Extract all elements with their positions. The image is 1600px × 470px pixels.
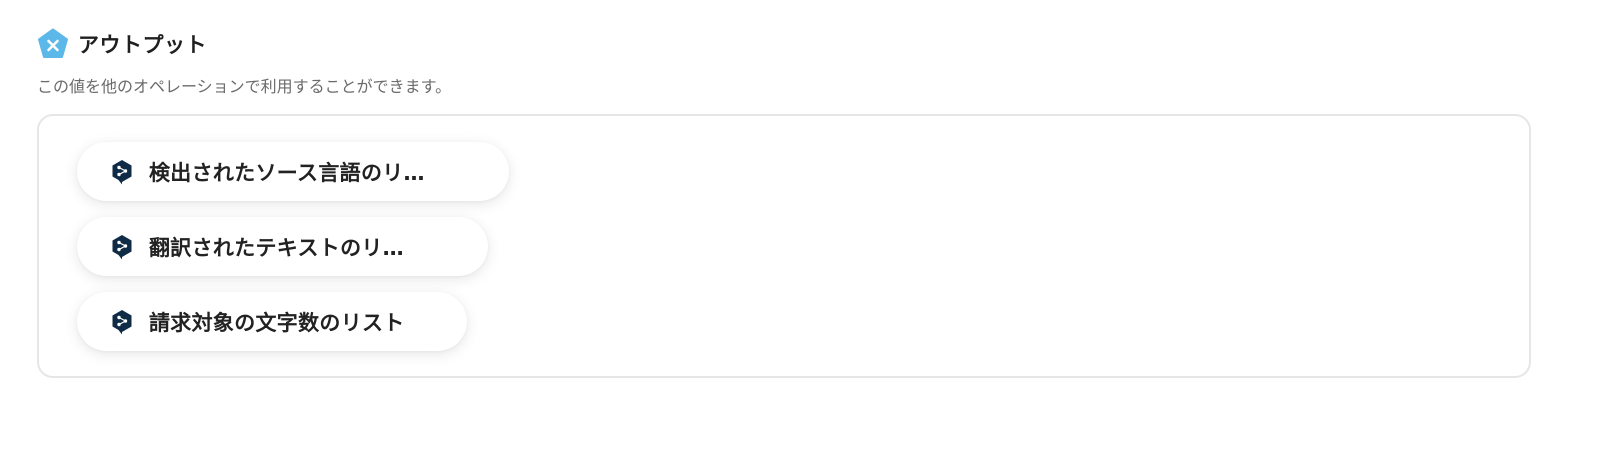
deepl-icon	[111, 159, 133, 185]
output-list: 検出されたソース言語のリ… 翻訳されたテキストのリ… 請求対象の文字数のリスト	[37, 114, 1531, 378]
output-section: アウトプット この値を他のオペレーションで利用することができます。 検出されたソ…	[37, 26, 1537, 378]
output-item-billed-characters[interactable]: 請求対象の文字数のリスト	[77, 292, 467, 351]
deepl-icon	[111, 309, 133, 335]
output-title: アウトプット	[78, 33, 207, 57]
output-header: アウトプット	[37, 26, 1537, 62]
output-description: この値を他のオペレーションで利用することができます。	[37, 77, 452, 96]
output-item-translated-texts[interactable]: 翻訳されたテキストのリ…	[77, 217, 488, 276]
deepl-icon	[111, 234, 133, 260]
variable-pentagon-icon	[37, 28, 69, 60]
output-item-label: 翻訳されたテキストのリ…	[149, 235, 404, 260]
output-item-detected-source-languages[interactable]: 検出されたソース言語のリ…	[77, 142, 509, 201]
output-item-label: 請求対象の文字数のリスト	[149, 310, 405, 335]
output-item-label: 検出されたソース言語のリ…	[149, 160, 425, 185]
